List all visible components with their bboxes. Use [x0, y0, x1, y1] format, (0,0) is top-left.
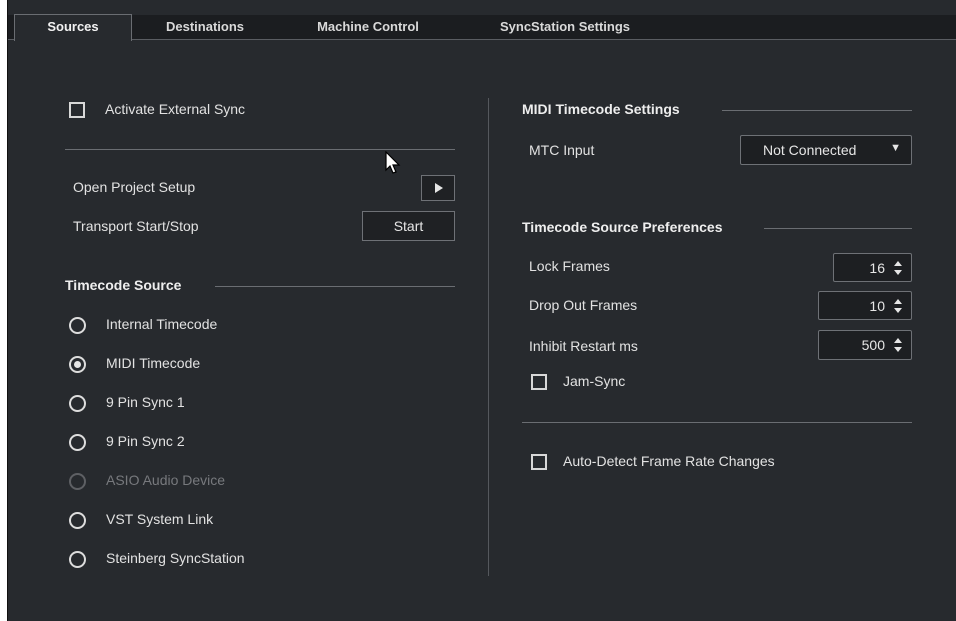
radio-9-pin-sync-1[interactable] — [69, 395, 86, 412]
activate-external-sync-checkbox[interactable] — [69, 102, 85, 118]
timecode-prefs-rule — [764, 228, 912, 229]
radio-9-pin-sync-2[interactable] — [69, 434, 86, 451]
timecode-source-title: Timecode Source — [65, 277, 182, 293]
transport-start-stop-label: Transport Start/Stop — [73, 218, 199, 234]
triangle-down-icon: ▼ — [890, 142, 901, 154]
sync-settings-panel: Sources Destinations Machine Control Syn… — [7, 0, 956, 621]
vst-system-link-label: VST System Link — [106, 511, 214, 527]
column-divider — [488, 98, 489, 576]
tab-machine-control[interactable]: Machine Control — [298, 15, 438, 39]
radio-vst-system-link[interactable] — [69, 512, 86, 529]
spin-updown-icon[interactable] — [893, 298, 903, 314]
mtc-settings-title: MIDI Timecode Settings — [522, 101, 680, 117]
open-project-setup-button[interactable] — [421, 175, 455, 201]
tab-syncstation-settings[interactable]: SyncStation Settings — [480, 15, 650, 39]
mtc-settings-rule — [722, 110, 912, 111]
midi-timecode-label: MIDI Timecode — [106, 355, 201, 371]
spin-updown-icon[interactable] — [893, 260, 903, 276]
lock-frames-spinbox[interactable]: 16 — [833, 253, 912, 282]
inhibit-restart-value: 500 — [861, 337, 885, 353]
inhibit-restart-spinbox[interactable]: 500 — [818, 330, 912, 360]
tab-bar: Sources Destinations Machine Control Syn… — [8, 14, 956, 41]
jam-sync-label: Jam-Sync — [563, 373, 626, 389]
9-pin-sync-1-label: 9 Pin Sync 1 — [106, 394, 185, 410]
radio-steinberg-syncstation[interactable] — [69, 551, 86, 568]
steinberg-syncstation-label: Steinberg SyncStation — [106, 550, 245, 566]
auto-detect-frame-rate-label: Auto-Detect Frame Rate Changes — [563, 453, 775, 469]
jam-sync-checkbox[interactable] — [531, 374, 547, 390]
mouse-cursor-icon — [385, 151, 401, 174]
timecode-prefs-title: Timecode Source Preferences — [522, 219, 723, 235]
asio-audio-device-label: ASIO Audio Device — [106, 472, 226, 488]
inhibit-restart-label: Inhibit Restart ms — [529, 338, 638, 354]
internal-timecode-label: Internal Timecode — [106, 316, 218, 332]
drop-out-frames-label: Drop Out Frames — [529, 297, 638, 313]
tab-destinations[interactable]: Destinations — [145, 15, 265, 39]
radio-midi-timecode[interactable] — [69, 356, 86, 373]
radio-asio-audio-device — [69, 473, 86, 490]
lock-frames-label: Lock Frames — [529, 258, 610, 274]
9-pin-sync-2-label: 9 Pin Sync 2 — [106, 433, 185, 449]
transport-start-button[interactable]: Start — [362, 211, 455, 241]
right-divider — [522, 422, 912, 423]
spin-updown-icon[interactable] — [893, 337, 903, 353]
timecode-source-rule — [215, 286, 455, 287]
auto-detect-frame-rate-checkbox[interactable] — [531, 454, 547, 470]
mtc-input-value: Not Connected — [763, 142, 857, 158]
open-project-setup-label: Open Project Setup — [73, 179, 196, 195]
radio-internal-timecode[interactable] — [69, 317, 86, 334]
drop-out-frames-spinbox[interactable]: 10 — [818, 291, 912, 320]
play-icon — [435, 183, 443, 193]
tab-sources[interactable]: Sources — [14, 14, 132, 41]
left-divider — [65, 149, 455, 150]
radio-selected-dot — [74, 361, 81, 368]
mtc-input-dropdown[interactable]: Not Connected ▼ — [740, 135, 912, 165]
tab-bar-divider — [8, 39, 956, 40]
mtc-input-label: MTC Input — [529, 142, 595, 158]
lock-frames-value: 16 — [869, 260, 885, 276]
drop-out-frames-value: 10 — [869, 298, 885, 314]
activate-external-sync-label: Activate External Sync — [105, 101, 246, 117]
